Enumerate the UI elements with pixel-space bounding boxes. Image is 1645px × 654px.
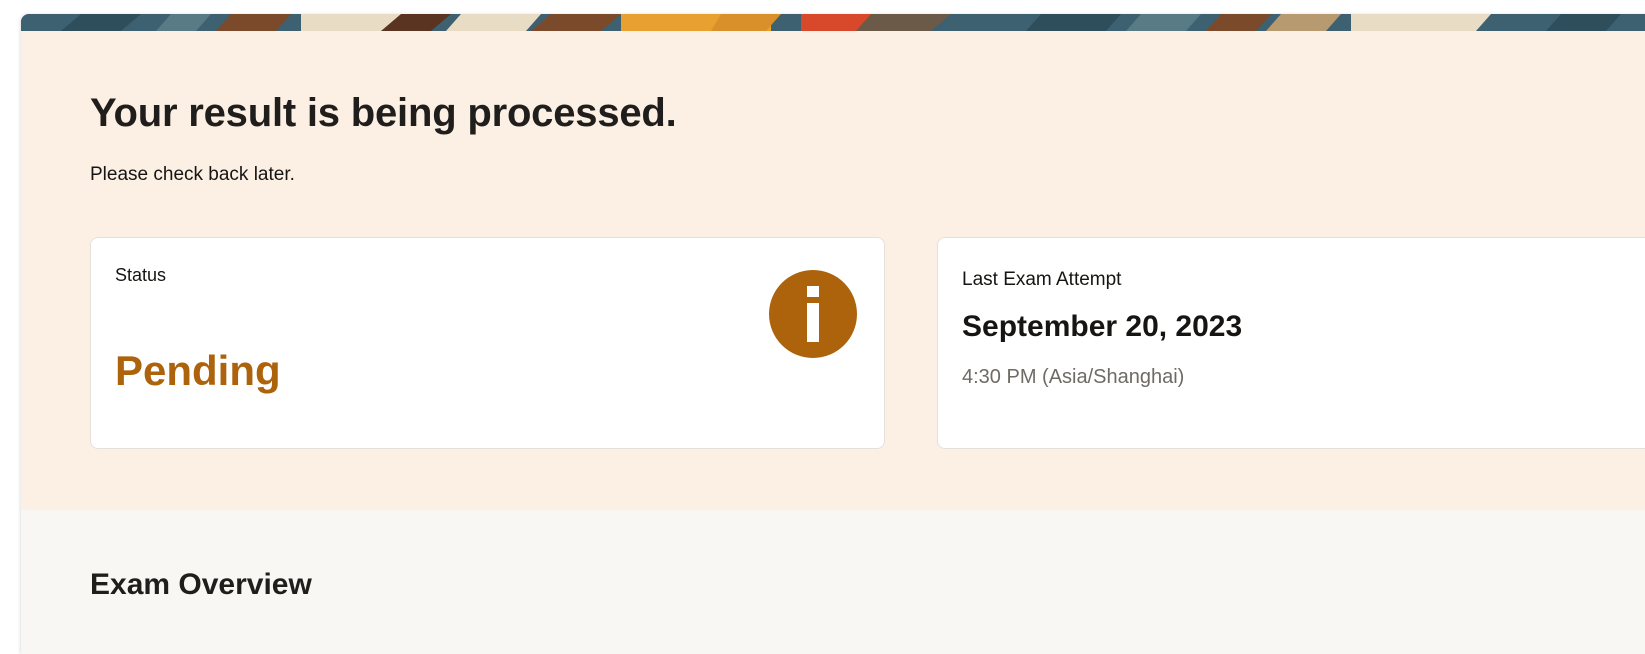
page-subtitle: Please check back later.: [90, 164, 295, 185]
result-page: Your result is being processed. Please c…: [21, 14, 1645, 654]
status-card: Status Pending: [90, 237, 885, 449]
info-glyph-icon: [807, 286, 819, 342]
banner-pattern-icon: [21, 14, 1645, 31]
exam-overview-section: Exam Overview: [21, 510, 1645, 654]
exam-overview-text: [90, 620, 1645, 644]
last-attempt-label: Last Exam Attempt: [962, 269, 1122, 290]
info-icon: [769, 270, 857, 358]
last-attempt-date: September 20, 2023: [962, 310, 1243, 343]
page-title: Your result is being processed.: [90, 91, 677, 135]
status-label: Status: [115, 265, 167, 285]
last-attempt-card: Last Exam Attempt September 20, 2023 4:3…: [937, 237, 1645, 449]
status-value: Pending: [115, 347, 281, 394]
exam-overview-title: Exam Overview: [90, 568, 312, 601]
last-attempt-time: 4:30 PM (Asia/Shanghai): [962, 366, 1185, 388]
result-hero: Your result is being processed. Please c…: [21, 31, 1645, 510]
decorative-banner: [21, 14, 1645, 31]
